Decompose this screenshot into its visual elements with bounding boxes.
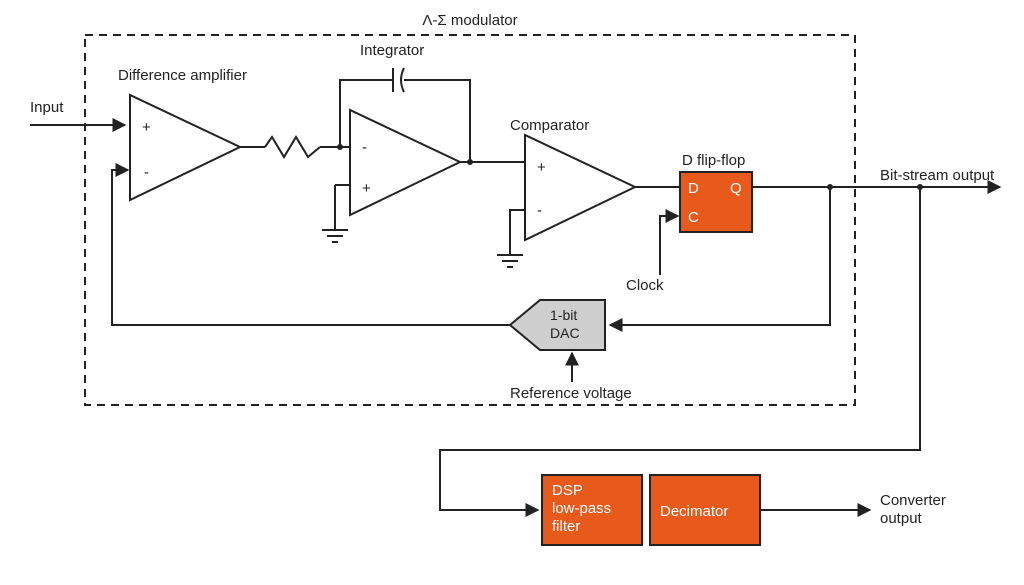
wire-clock	[660, 216, 678, 275]
converter-out-label1: Converter	[880, 492, 946, 509]
bitstream-out-label: Bit-stream output	[880, 167, 995, 184]
dsp-line2: low-pass	[552, 500, 611, 517]
dff-label: D flip-flop	[682, 152, 745, 169]
wire-dac-feedback	[112, 170, 510, 325]
comparator-icon	[525, 135, 635, 240]
dac-line1: 1-bit	[550, 307, 577, 323]
clock-label: Clock	[626, 277, 664, 294]
dsp-line1: DSP	[552, 482, 583, 499]
dff-q-label: Q	[730, 180, 742, 197]
diff-amp-label: Difference amplifier	[118, 67, 247, 84]
modulator-title: Λ-Σ modulator	[422, 12, 517, 29]
comparator-plus: +	[537, 159, 546, 176]
dac-line2: DAC	[550, 325, 580, 341]
integrator-icon	[350, 110, 460, 215]
diff-amp-plus: +	[142, 119, 151, 136]
capacitor-plate-right	[401, 68, 404, 92]
dsp-line3: filter	[552, 518, 580, 535]
integrator-plus: +	[362, 180, 371, 197]
comparator-label: Comparator	[510, 117, 589, 134]
ref-voltage-label: Reference voltage	[510, 385, 632, 402]
resistor-icon	[265, 137, 320, 157]
wire-to-dsp	[440, 187, 920, 510]
delta-sigma-modulator-diagram: Λ-Σ modulator Input Difference amplifier…	[0, 0, 1024, 585]
diff-amp-minus: -	[144, 164, 149, 181]
ground-icon-2	[497, 255, 523, 267]
input-label: Input	[30, 99, 64, 116]
diff-amp-icon	[130, 95, 240, 200]
ground-icon-1	[322, 230, 348, 242]
dff-d-label: D	[688, 180, 699, 197]
decimator-label: Decimator	[660, 503, 728, 520]
comparator-minus: -	[537, 202, 542, 219]
converter-out-label2: output	[880, 510, 923, 527]
dff-c-label: C	[688, 209, 699, 226]
integrator-minus: -	[362, 139, 367, 156]
integrator-label: Integrator	[360, 42, 424, 59]
wire-comparator-gnd	[510, 210, 525, 255]
